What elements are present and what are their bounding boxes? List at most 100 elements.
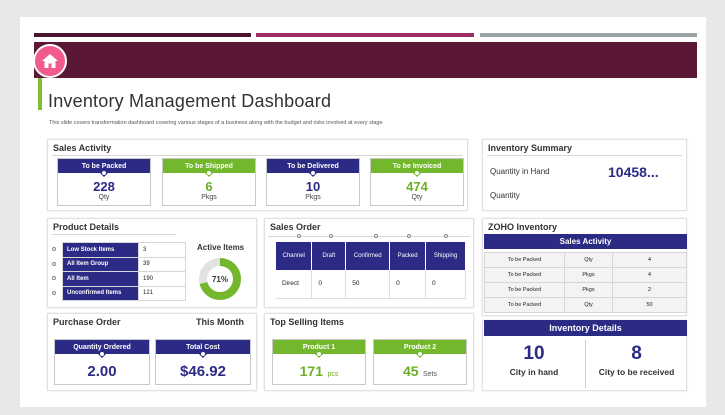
product-card[interactable]: Product 1 171 pcs [272, 339, 366, 385]
sales-card-to-be-shipped[interactable]: To be Shipped 6 Pkgs [162, 158, 256, 206]
bullet-icon [52, 291, 56, 295]
card-value-row: 45 Sets [374, 363, 466, 381]
sales-card-value: 6 [205, 179, 213, 194]
header-banner [34, 42, 697, 78]
city-to-be-received-label: City to be received [598, 367, 675, 377]
product-details-table: Low Stock Items 3 All Item Group 39 All It… [62, 242, 186, 301]
city-in-hand-value: 10 [523, 343, 545, 364]
column-header: Channel [276, 242, 313, 270]
table-row[interactable]: Unconfirmed Items 121 [62, 285, 186, 301]
card-value: 45 [402, 363, 419, 379]
row-value: 39 [138, 256, 186, 272]
sales-order-title: Sales Order [270, 222, 321, 232]
bullet-icon [407, 234, 411, 238]
quantity-label: Quantity [490, 191, 520, 200]
row-value: 190 [138, 271, 186, 287]
column-header: Shipping [425, 242, 466, 270]
quantity-ordered-card[interactable]: Quantity Ordered 2.00 [54, 339, 150, 385]
active-items-donut: 71% [199, 258, 241, 300]
active-items-percent: 71% [212, 275, 228, 284]
sales-card-value: 474 [406, 179, 428, 194]
table-row[interactable]: All Item Group 39 [62, 256, 186, 272]
active-items-label: Active Items [197, 243, 245, 252]
home-icon [42, 54, 58, 68]
bullet-icon [374, 234, 378, 238]
table-cell: 0 [425, 270, 466, 299]
table-header-row: Channel Draft Confirmed Packed Shipping [276, 242, 466, 270]
card-unit: Sets [423, 371, 438, 378]
page-title: Inventory Management Dashboard [48, 91, 332, 111]
column-header: Draft [311, 242, 347, 270]
sales-card-to-be-packed[interactable]: To be Packed 228 Qty [57, 158, 151, 206]
table-row[interactable]: To be Packed Pkgs 2 [484, 282, 687, 298]
zoho-inventory-title: ZOHO Inventory [488, 222, 558, 232]
card-value: $46.92 [180, 363, 226, 380]
total-cost-card[interactable]: Total Cost $46.92 [155, 339, 251, 385]
sales-card-to-be-delivered[interactable]: To be Delivered 10 Pkgs [266, 158, 360, 206]
column-header: Confirmed [345, 242, 391, 270]
sales-activity-divider [52, 155, 463, 156]
sales-card-to-be-invoiced[interactable]: To be Invoiced 474 Qty [370, 158, 464, 206]
table-row[interactable]: To be Packed Pkgs 4 [484, 267, 687, 283]
inventory-summary-title: Inventory Summary [488, 143, 573, 153]
sales-order-table: Channel Draft Confirmed Packed Shipping … [276, 242, 466, 299]
table-row[interactable]: All Item 190 [62, 271, 186, 287]
product-card[interactable]: Product 2 45 Sets [373, 339, 467, 385]
table-cell: 2 [612, 282, 687, 298]
table-row[interactable]: Low Stock Items 3 [62, 242, 186, 258]
table-cell: Qty [564, 252, 613, 268]
row-label: Unconfirmed Items [62, 285, 139, 301]
table-cell: 4 [612, 267, 687, 283]
table-row[interactable]: To be Packed Qty 4 [484, 252, 687, 268]
top-stripe-2 [256, 33, 474, 37]
qty-in-hand-label: Quantity in Hand [490, 167, 550, 176]
sales-card-unit: Pkgs [201, 194, 217, 201]
card-value: 171 [299, 363, 323, 379]
sales-card-label: To be Delivered [267, 159, 359, 177]
card-unit: pcs [327, 371, 339, 378]
row-value: 3 [138, 242, 186, 258]
bullet-icon [297, 234, 301, 238]
qty-in-hand-value: 10458... [608, 164, 659, 180]
card-label: Quantity Ordered [55, 340, 149, 358]
sales-card-label: To be Shipped [163, 159, 255, 177]
table-cell: 4 [612, 252, 687, 268]
bullet-icon [52, 276, 56, 280]
product-details-divider [52, 234, 176, 235]
table-cell: To be Packed [484, 267, 565, 283]
row-label: All Item Group [62, 256, 139, 272]
table-cell: To be Packed [484, 282, 565, 298]
table-cell: Qty [564, 297, 613, 313]
table-row[interactable]: Direct 0 50 0 0 [276, 270, 466, 299]
sales-activity-title: Sales Activity [53, 143, 112, 153]
card-value: 2.00 [87, 363, 117, 380]
card-label: Product 1 [273, 340, 365, 358]
city-in-hand-label: City in hand [509, 367, 559, 377]
inventory-details-header: Inventory Details [484, 320, 687, 336]
sales-card-label: To be Packed [58, 159, 150, 177]
sales-card-unit: Pkgs [305, 194, 321, 201]
table-row[interactable]: To be Packed Qty 50 [484, 297, 687, 313]
home-button[interactable] [33, 44, 67, 78]
bullet-icon [52, 262, 56, 266]
bullet-icon [52, 247, 56, 251]
sales-card-unit: Qty [98, 194, 110, 201]
table-cell: 50 [612, 297, 687, 313]
product-details-title: Product Details [53, 222, 120, 232]
table-cell: 0 [311, 270, 347, 299]
top-selling-title: Top Selling Items [270, 317, 344, 327]
sales-card-value: 228 [93, 179, 115, 194]
inventory-summary-divider [487, 155, 682, 156]
table-cell: 0 [389, 270, 427, 299]
table-cell: To be Packed [484, 297, 565, 313]
purchase-order-period: This Month [196, 317, 244, 327]
card-value-row: 171 pcs [273, 363, 365, 381]
page-subtitle: This slide covers transformation dashboa… [49, 120, 383, 126]
table-cell: Pkgs [564, 267, 613, 283]
sales-card-label: To be Invoiced [371, 159, 463, 177]
top-stripe-3 [480, 33, 697, 37]
bullet-icon [329, 234, 333, 238]
title-accent-bar [38, 78, 42, 110]
city-to-be-received-value: 8 [631, 343, 642, 364]
card-label: Product 2 [374, 340, 466, 358]
